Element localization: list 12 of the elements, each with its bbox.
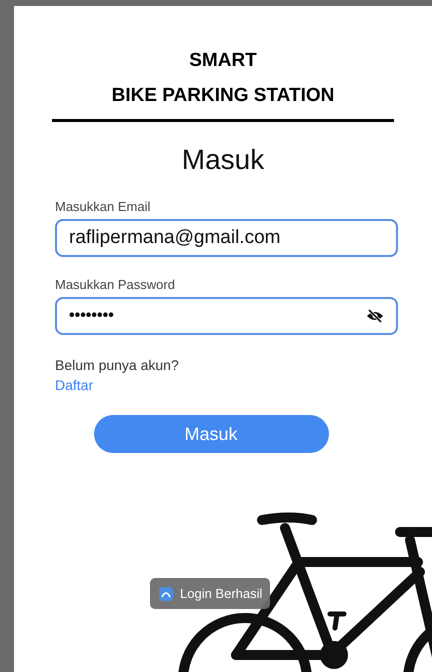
signup-prompt: Belum punya akun? <box>55 356 180 375</box>
password-label: Masukkan Password <box>55 276 176 294</box>
signup-link[interactable]: Daftar <box>55 375 94 395</box>
app-title: BIKE PARKING STATION <box>112 84 334 108</box>
toast-message: Login Berhasil <box>150 578 270 609</box>
email-label: Masukkan Email <box>55 198 152 216</box>
app-icon <box>158 586 174 602</box>
password-field[interactable]: •••••••• <box>55 297 398 335</box>
eye-icon[interactable] <box>366 309 384 323</box>
page-heading: Masuk <box>182 143 264 177</box>
email-field[interactable]: raflipermana@gmail.com <box>55 219 398 257</box>
app-title: SMART <box>189 49 257 73</box>
